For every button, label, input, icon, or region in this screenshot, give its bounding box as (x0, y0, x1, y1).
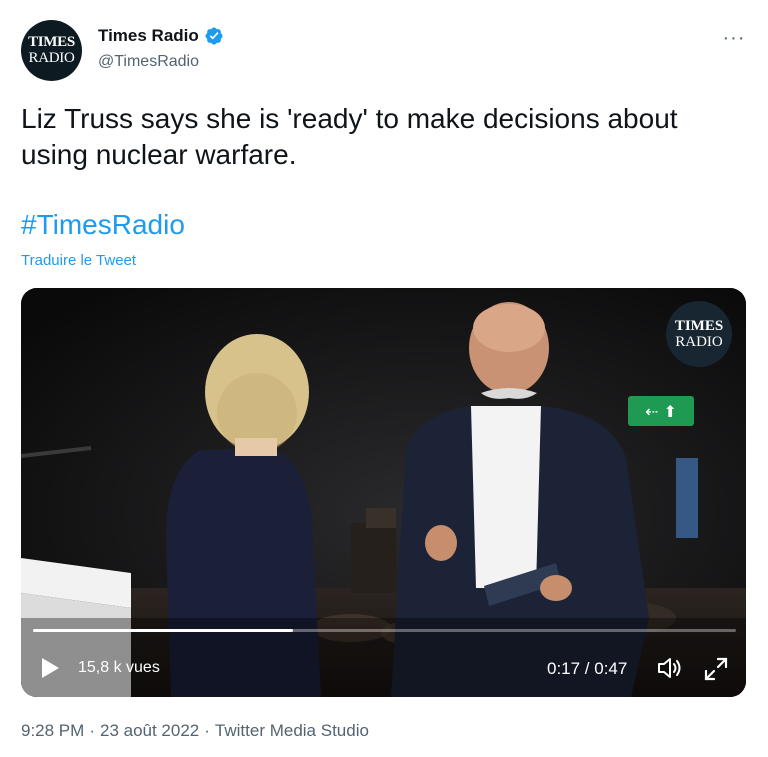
tweet-metadata: 9:28 PM · 23 août 2022 · Twitter Media Studi… (21, 721, 369, 741)
view-count: 15,8 k vues (78, 659, 160, 676)
video-progress-bar[interactable] (33, 629, 736, 632)
more-icon: ··· (722, 27, 746, 49)
translate-tweet-link[interactable]: Traduire le Tweet (21, 252, 136, 269)
video-time: 0:17 / 0:47 (547, 659, 628, 678)
avatar-text-line2: RADIO (28, 50, 75, 66)
video-frame: ⇠ ⬆ (21, 288, 746, 697)
author-display-name[interactable]: Times Radio (98, 26, 199, 46)
author-handle[interactable]: @TimesRadio (98, 53, 224, 71)
verified-badge-icon (205, 27, 223, 45)
tweet-text: Liz Truss says she is 'ready' to make de… (21, 103, 678, 170)
watermark-text-line1: TIMES (674, 317, 724, 334)
author-name-row[interactable]: Times Radio (98, 26, 224, 46)
avatar-text-line1: TIMES (28, 34, 75, 50)
svg-text:⇠ ⬆: ⇠ ⬆ (645, 402, 677, 421)
tweet-date[interactable]: 23 août 2022 (100, 721, 199, 740)
video-player[interactable]: ⇠ ⬆ TIMES RADIO 15,8 k vues 0:17 / 0:47 (21, 288, 746, 697)
hashtag-link[interactable]: #TimesRadio (21, 209, 185, 241)
tweet-source: Twitter Media Studio (214, 721, 369, 740)
watermark-text-line2: RADIO (675, 333, 723, 350)
separator-dot: · (204, 721, 210, 740)
avatar[interactable]: TIMES RADIO (21, 20, 82, 81)
tweet-time[interactable]: 9:28 PM (21, 721, 84, 740)
fullscreen-icon[interactable] (703, 656, 729, 682)
times-radio-watermark: TIMES RADIO (666, 301, 732, 367)
volume-icon[interactable] (657, 656, 683, 680)
video-progress-fill (33, 629, 294, 632)
play-icon[interactable] (39, 657, 61, 679)
tweet-card: TIMES RADIO Times Radio @TimesRadio ··· … (0, 0, 768, 757)
more-options-button[interactable]: ··· (722, 26, 746, 50)
separator-dot: · (89, 721, 95, 740)
author-info: Times Radio @TimesRadio (98, 26, 224, 71)
